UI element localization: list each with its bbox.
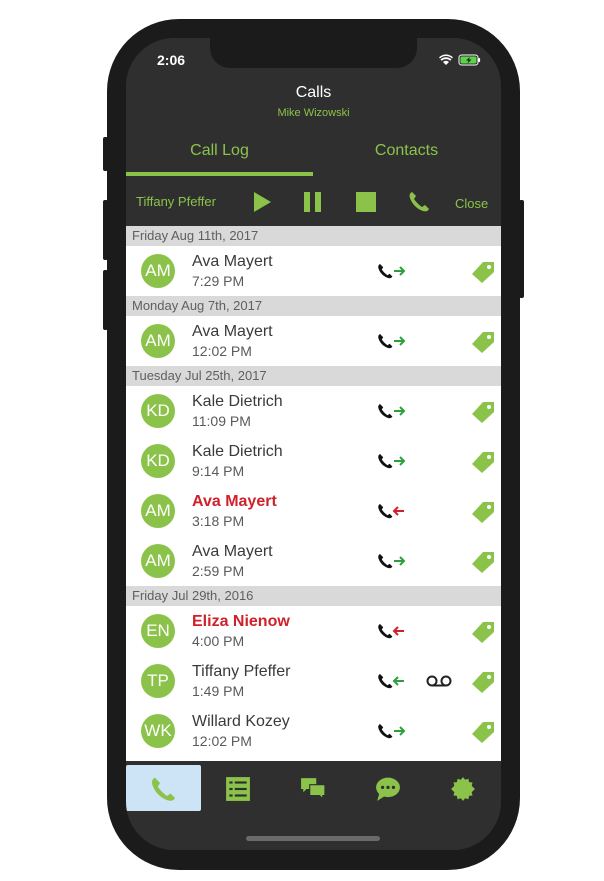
contact-name: Tiffany Pfeffer [192, 663, 291, 680]
call-time: 11:09 PM [192, 413, 251, 429]
screen: 2:06 Calls Mike Wizowski Call Log Contac… [126, 38, 501, 850]
segment-tabs: Call Log Contacts [126, 134, 501, 176]
avatar: AM [141, 324, 175, 358]
notch [210, 38, 417, 68]
play-icon[interactable] [250, 190, 274, 214]
call-log-row[interactable]: WK Willard Kozey 12:02 PM [126, 706, 501, 756]
call-time: 2:59 PM [192, 563, 245, 579]
tag-icon[interactable] [470, 260, 496, 284]
home-indicator[interactable] [246, 836, 380, 841]
call-log-row[interactable]: TP Tiffany Pfeffer 1:49 PM [126, 656, 501, 706]
playback-contact-name: Tiffany Pfeffer [136, 194, 216, 209]
pause-icon[interactable] [301, 190, 325, 214]
page-subtitle: Mike Wizowski [277, 107, 350, 119]
tab-call-log[interactable]: Call Log [126, 134, 313, 176]
speech-bubble-icon [376, 777, 400, 801]
missed-call-icon [378, 504, 404, 519]
section-date-header: Friday Aug 11th, 2017 [126, 226, 501, 246]
call-time: 1:49 PM [192, 683, 245, 699]
avatar: AM [141, 494, 175, 528]
avatar: TP [141, 664, 175, 698]
phone-icon [151, 777, 176, 801]
outgoing-call-icon [378, 724, 406, 739]
contact-name: Kale Dietrich [192, 443, 283, 460]
tabbar-item-list[interactable] [201, 765, 276, 811]
outgoing-call-icon [378, 334, 406, 349]
contact-name: Ava Mayert [192, 543, 273, 560]
page-title: Calls [295, 84, 332, 101]
tag-icon[interactable] [470, 620, 496, 644]
avatar: KD [141, 444, 175, 478]
missed-call-icon [378, 624, 404, 639]
playback-bar: Tiffany Pfeffer Close [126, 178, 501, 226]
section-date-header: Monday Aug 7th, 2017 [126, 296, 501, 316]
bottom-tab-bar [126, 761, 501, 816]
call-time: 3:18 PM [192, 513, 245, 529]
call-time: 9:14 PM [192, 463, 245, 479]
call-log-row[interactable]: AM Ava Mayert 3:18 PM [126, 486, 501, 536]
call-log-row[interactable]: KD Kale Dietrich 11:09 PM [126, 386, 501, 436]
avatar: AM [141, 254, 175, 288]
tag-icon[interactable] [470, 720, 496, 744]
volume-down-button [103, 270, 108, 330]
outgoing-call-icon [378, 264, 406, 279]
call-log-list[interactable]: Friday Aug 11th, 2017 AM Ava Mayert 7:29 PM… [126, 226, 501, 761]
settings-badge-icon [451, 777, 475, 801]
contact-name: Ava Mayert [192, 253, 273, 270]
stop-icon[interactable] [354, 190, 378, 214]
call-log-row[interactable]: AM Ava Mayert 2:59 PM [126, 536, 501, 586]
avatar: AM [141, 544, 175, 578]
tab-active-indicator [126, 172, 313, 176]
tag-icon[interactable] [470, 330, 496, 354]
tabbar-item-phone[interactable] [126, 765, 201, 811]
tag-icon[interactable] [470, 670, 496, 694]
contact-name: Eliza Nienow [192, 613, 290, 630]
avatar: KD [141, 394, 175, 428]
status-time: 2:06 [157, 52, 186, 68]
incoming-call-icon [378, 674, 404, 689]
call-time: 4:00 PM [192, 633, 245, 649]
list-icon [226, 777, 250, 801]
tabbar-item-settings-badge[interactable] [426, 765, 501, 811]
battery-icon [458, 54, 481, 66]
close-button[interactable]: Close [455, 196, 488, 211]
tag-icon[interactable] [470, 500, 496, 524]
voicemail-icon[interactable] [426, 674, 452, 688]
tabbar-item-speech-bubble[interactable] [351, 765, 426, 811]
tag-icon[interactable] [470, 550, 496, 574]
volume-up-button [103, 200, 108, 260]
call-time: 12:02 PM [192, 733, 252, 749]
contact-name: Ava Mayert [192, 493, 277, 510]
call-time: 7:29 PM [192, 273, 245, 289]
outgoing-call-icon [378, 554, 406, 569]
call-log-row[interactable]: AM Ava Mayert 12:02 PM [126, 316, 501, 366]
section-date-header: Tuesday Jul 25th, 2017 [126, 366, 501, 386]
tag-icon[interactable] [470, 400, 496, 424]
call-log-row[interactable]: EN Eliza Nienow 4:00 PM [126, 606, 501, 656]
contact-name: Ava Mayert [192, 323, 273, 340]
tag-icon[interactable] [470, 450, 496, 474]
avatar: WK [141, 714, 175, 748]
call-log-row[interactable]: KD Kale Dietrich 9:14 PM [126, 436, 501, 486]
section-date-header: Friday Jul 29th, 2016 [126, 586, 501, 606]
status-icons [439, 54, 481, 66]
outgoing-call-icon [378, 454, 406, 469]
contact-name: Willard Kozey [192, 713, 290, 730]
call-log-row[interactable]: AM Ava Mayert 7:29 PM [126, 246, 501, 296]
avatar: EN [141, 614, 175, 648]
contact-name: Kale Dietrich [192, 393, 283, 410]
tab-contacts[interactable]: Contacts [313, 134, 500, 176]
outgoing-call-icon [378, 404, 406, 419]
tabbar-item-chat-bubbles[interactable] [276, 765, 351, 811]
chat-bubbles-icon [301, 778, 326, 801]
call-time: 12:02 PM [192, 343, 252, 359]
phone-call-icon[interactable] [407, 190, 431, 214]
power-button [519, 200, 524, 298]
mute-switch [103, 137, 108, 171]
wifi-icon [439, 54, 453, 65]
